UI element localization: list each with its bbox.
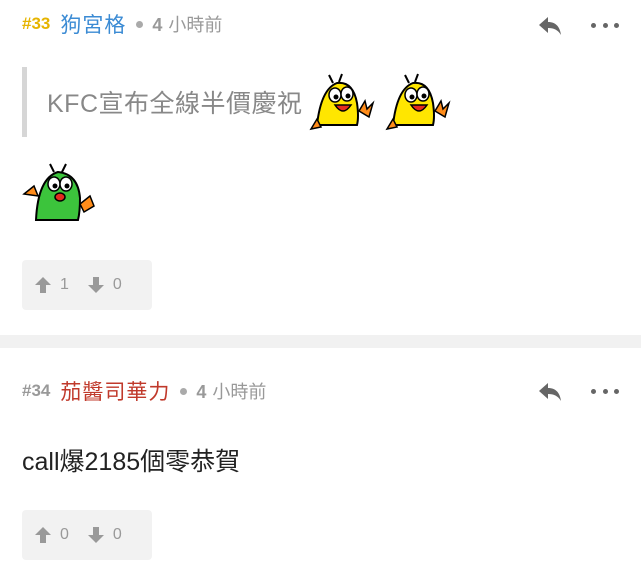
post-divider bbox=[0, 335, 641, 348]
post-time: 4 小時前 bbox=[152, 11, 222, 37]
yellow-bug-emoji-icon bbox=[385, 73, 451, 131]
vote-bar: 0 0 bbox=[22, 510, 152, 560]
separator-dot bbox=[180, 387, 188, 395]
green-bug-emoji-icon bbox=[22, 163, 95, 221]
post-meta: #33 狗宮格 4 小時前 bbox=[22, 10, 222, 38]
time-unit: 小時前 bbox=[168, 15, 223, 35]
username[interactable]: 茄醬司華力 bbox=[60, 376, 170, 406]
time-number: 4 bbox=[196, 382, 207, 402]
upvote-count: 0 bbox=[60, 526, 69, 543]
upvote-button[interactable]: 0 bbox=[34, 526, 69, 544]
upvote-button[interactable]: 1 bbox=[34, 276, 69, 294]
post-meta: #34 茄醬司華力 4 小時前 bbox=[22, 377, 266, 405]
thumb-down-arrow-icon bbox=[87, 277, 104, 293]
more-button[interactable] bbox=[591, 377, 619, 405]
yellow-bug-emoji-icon bbox=[309, 73, 375, 131]
quote-text: KFC宣布全線半價慶祝 bbox=[47, 90, 303, 118]
more-button[interactable] bbox=[591, 11, 619, 39]
reply-icon bbox=[539, 17, 561, 35]
reply-button[interactable] bbox=[536, 377, 564, 405]
thumb-up-arrow-icon bbox=[35, 277, 51, 293]
username[interactable]: 狗宮格 bbox=[60, 9, 126, 39]
reply-icon bbox=[539, 383, 561, 401]
vote-bar: 1 0 bbox=[22, 260, 152, 310]
downvote-button[interactable]: 0 bbox=[87, 526, 122, 544]
post-number: #34 bbox=[22, 381, 51, 400]
separator-dot bbox=[136, 20, 144, 28]
thumb-up-arrow-icon bbox=[35, 527, 51, 543]
quote-block: KFC宣布全線半價慶祝 bbox=[22, 67, 455, 137]
upvote-count: 1 bbox=[60, 276, 69, 293]
reply-button[interactable] bbox=[536, 11, 564, 39]
downvote-count: 0 bbox=[112, 276, 122, 293]
time-number: 4 bbox=[152, 15, 163, 35]
post-number: #33 bbox=[22, 14, 51, 33]
post-time: 4 小時前 bbox=[196, 378, 266, 404]
downvote-button[interactable]: 0 bbox=[87, 276, 122, 294]
post-body: call爆2185個零恭賀 bbox=[22, 448, 241, 476]
more-icon bbox=[591, 22, 596, 28]
downvote-count: 0 bbox=[112, 526, 122, 543]
time-unit: 小時前 bbox=[212, 382, 267, 402]
thumb-down-arrow-icon bbox=[87, 527, 104, 543]
more-icon bbox=[591, 388, 596, 394]
post-33: #33 狗宮格 4 小時前 KFC宣布全線半價慶祝 1 0 bbox=[0, 0, 641, 335]
